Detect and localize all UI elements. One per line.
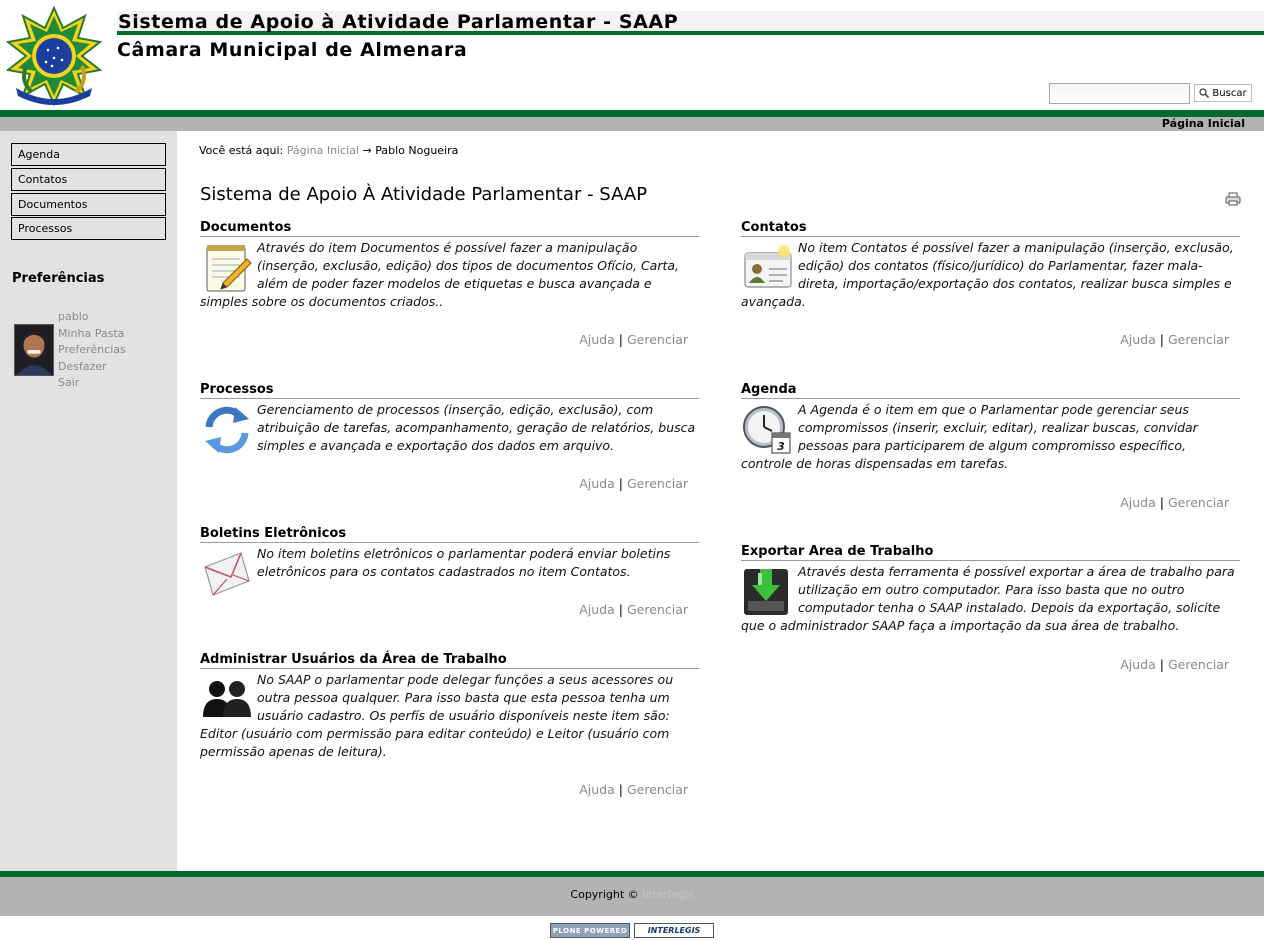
footer: Copyright © Interlegis	[0, 877, 1264, 916]
site-subtitle: Câmara Municipal de Almenara	[117, 39, 468, 61]
notepad-pencil-icon	[206, 245, 252, 292]
search-button[interactable]: Buscar	[1194, 84, 1252, 102]
nav-item-processos[interactable]: Processos	[11, 217, 166, 240]
page-header: Sistema de Apoio à Atividade Parlamentar…	[0, 0, 1264, 110]
section-links: Ajuda | Gerenciar	[579, 476, 688, 491]
manage-link[interactable]: Gerenciar	[627, 476, 688, 491]
section-links: Ajuda | Gerenciar	[579, 782, 688, 797]
section-boletins: Boletins Eletrônicos No item boletins el…	[200, 525, 699, 625]
manage-link[interactable]: Gerenciar	[1168, 657, 1229, 672]
help-link[interactable]: Ajuda	[579, 602, 615, 617]
users-group-icon	[203, 681, 251, 717]
search-icon	[1199, 88, 1210, 98]
svg-text:3: 3	[777, 440, 785, 453]
home-link[interactable]: Página Inicial	[1162, 117, 1245, 131]
manage-link[interactable]: Gerenciar	[1168, 495, 1229, 510]
breadcrumb-prefix: Você está aqui:	[199, 144, 284, 157]
section-title: Contatos	[741, 219, 1240, 237]
section-description: Através desta ferramenta é possível expo…	[741, 564, 1235, 633]
section-description: No SAAP o parlamentar pode delegar funçõ…	[200, 672, 674, 759]
section-links: Ajuda | Gerenciar	[1120, 495, 1229, 510]
preferences-heading: Preferências	[12, 271, 105, 286]
nav-item-documentos[interactable]: Documentos	[11, 193, 166, 216]
plone-powered-badge[interactable]: PLONE POWERED	[550, 923, 630, 938]
help-link[interactable]: Ajuda	[1120, 495, 1156, 510]
section-exportar: Exportar Area de Trabalho Através desta …	[741, 543, 1240, 683]
refresh-arrows-icon	[205, 406, 249, 454]
section-description: No item boletins eletrônicos o parlament…	[257, 546, 671, 579]
help-link[interactable]: Ajuda	[579, 782, 615, 797]
my-folder-link[interactable]: Minha Pasta	[58, 327, 124, 340]
section-title: Administrar Usuários da Área de Trabalho	[200, 651, 699, 669]
left-sidebar	[0, 131, 177, 871]
avatar[interactable]	[14, 324, 54, 376]
manage-link[interactable]: Gerenciar	[627, 332, 688, 347]
export-download-icon	[744, 569, 788, 615]
contact-card-icon	[744, 245, 792, 288]
envelope-icon	[204, 552, 250, 596]
section-title: Processos	[200, 381, 699, 399]
header-grey-bar	[0, 117, 1264, 131]
breadcrumb-current: Pablo Nogueira	[375, 144, 459, 157]
section-description: Através do item Documentos é possível fa…	[200, 240, 680, 309]
section-processos: Processos Gerenciamento de processos (in…	[200, 381, 699, 501]
page-title: Sistema de Apoio À Atividade Parlamentar…	[200, 184, 648, 205]
interlegis-badge[interactable]: INTERLEGIS	[634, 923, 714, 938]
breadcrumb-home-link[interactable]: Página Inicial	[287, 144, 359, 157]
header-green-rule	[0, 110, 1264, 117]
help-link[interactable]: Ajuda	[1120, 657, 1156, 672]
section-links: Ajuda | Gerenciar	[1120, 332, 1229, 347]
section-description: No item Contatos é possível fazer a mani…	[741, 240, 1234, 309]
logout-link[interactable]: Sair	[58, 376, 79, 389]
section-administrar-usuarios: Administrar Usuários da Área de Trabalho…	[200, 651, 699, 811]
section-documentos: Documentos Através do item Documentos é …	[200, 219, 699, 359]
help-link[interactable]: Ajuda	[1120, 332, 1156, 347]
brasao-coat-of-arms-icon	[6, 6, 102, 106]
section-links: Ajuda | Gerenciar	[579, 332, 688, 347]
manage-link[interactable]: Gerenciar	[1168, 332, 1229, 347]
manage-link[interactable]: Gerenciar	[627, 782, 688, 797]
manage-link[interactable]: Gerenciar	[627, 602, 688, 617]
breadcrumb: Você está aqui: Página Inicial → Pablo N…	[199, 144, 458, 157]
search-input[interactable]	[1049, 83, 1190, 104]
nav-item-contatos[interactable]: Contatos	[11, 168, 166, 191]
copyright-text: Copyright ©	[570, 888, 639, 901]
print-icon[interactable]	[1225, 192, 1241, 206]
section-title: Documentos	[200, 219, 699, 237]
section-description: A Agenda é o item em que o Parlamentar p…	[741, 402, 1198, 471]
breadcrumb-arrow: →	[362, 144, 372, 157]
site-title: Sistema de Apoio à Atividade Parlamentar…	[118, 11, 679, 33]
nav-item-agenda[interactable]: Agenda	[11, 143, 166, 166]
help-link[interactable]: Ajuda	[579, 332, 615, 347]
section-links: Ajuda | Gerenciar	[1120, 657, 1229, 672]
search-button-label: Buscar	[1212, 87, 1247, 99]
section-title: Agenda	[741, 381, 1240, 399]
section-contatos: Contatos No item Contatos é possível faz…	[741, 219, 1240, 359]
user-name-link[interactable]: pablo	[58, 310, 89, 323]
section-title: Exportar Area de Trabalho	[741, 543, 1240, 561]
section-links: Ajuda | Gerenciar	[579, 602, 688, 617]
section-description: Gerenciamento de processos (inserção, ed…	[257, 402, 696, 453]
section-title: Boletins Eletrônicos	[200, 525, 699, 543]
clock-calendar-icon: 3	[743, 406, 791, 454]
section-agenda: Agenda 3 A Agenda é o item em que o Parl…	[741, 381, 1240, 521]
help-link[interactable]: Ajuda	[579, 476, 615, 491]
undo-link[interactable]: Desfazer	[58, 360, 107, 373]
interlegis-link[interactable]: Interlegis	[642, 888, 693, 901]
preferences-link[interactable]: Preferências	[58, 343, 126, 356]
